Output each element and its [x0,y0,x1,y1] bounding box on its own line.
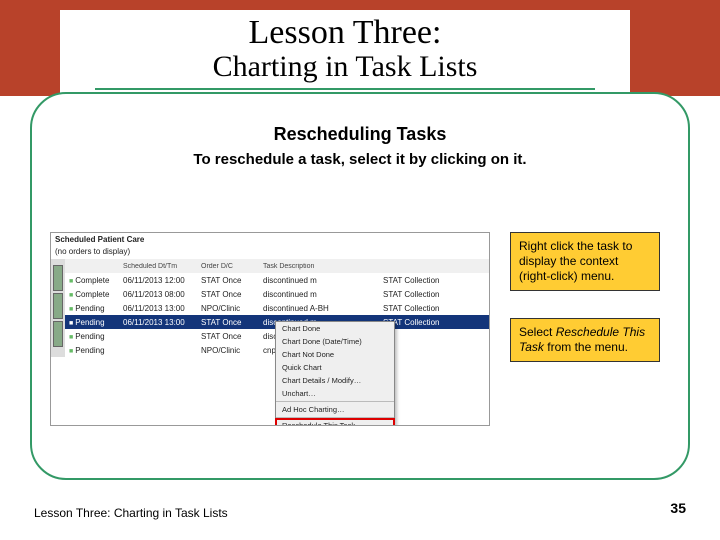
cell: Pending [65,346,123,355]
cell: 06/11/2013 13:00 [123,304,201,313]
cell: Pending [65,332,123,341]
col-desc: Task Description [263,263,383,270]
tab-chip[interactable] [53,293,63,319]
app-section-label: (no orders to display) [51,246,489,259]
menu-item-reschedule-this-task[interactable]: Reschedule This Task… [276,419,394,426]
cell: NPO/Clinic [201,304,263,313]
table-header-row: Scheduled Dt/Tm Order D/C Task Descripti… [65,259,489,273]
task-table: Scheduled Dt/Tm Order D/C Task Descripti… [51,259,489,357]
menu-item[interactable]: Chart Done [276,322,394,335]
title-rule [95,88,595,90]
cell: Pending [65,304,123,313]
tab-chip[interactable] [53,321,63,347]
cell: NPO/Clinic [201,346,263,355]
cell: 06/11/2013 08:00 [123,290,201,299]
page-number: 35 [670,500,686,516]
menu-separator [276,401,394,402]
callout-right-click: Right click the task to display the cont… [510,232,660,291]
title-line2: Charting in Task Lists [60,50,630,84]
cell: Complete [65,290,123,299]
section-heading: Rescheduling Tasks [32,124,688,145]
menu-item[interactable]: Ad Hoc Charting… [276,403,394,416]
cell: STAT Once [201,290,263,299]
cell: STAT Collection [383,276,489,285]
title-line1: Lesson Three: [60,14,630,52]
cell: STAT Once [201,318,263,327]
tab-chip[interactable] [53,265,63,291]
menu-item[interactable]: Chart Done (Date/Time) [276,335,394,348]
app-window-title: Scheduled Patient Care [51,233,489,246]
menu-item[interactable]: Quick Chart [276,361,394,374]
col-order: Order D/C [201,263,263,270]
cell: discontinued m [263,290,383,299]
menu-item[interactable]: Unchart… [276,387,394,400]
menu-item[interactable]: Chart Not Done [276,348,394,361]
callout-right-click-text: Right click the task to display the cont… [519,239,632,283]
slide: Lesson Three: Charting in Task Lists Res… [0,0,720,540]
cell: Complete [65,276,123,285]
cell: STAT Once [201,332,263,341]
table-row[interactable]: Pending06/11/2013 13:00NPO/Clinicdiscont… [65,301,489,315]
menu-separator [276,417,394,418]
table-row[interactable]: Complete06/11/2013 08:00STAT Oncediscont… [65,287,489,301]
section-instruction: To reschedule a task, select it by click… [32,151,688,168]
callout-select-reschedule: Select Reschedule This Task from the men… [510,318,660,362]
cell: discontinued A-BH [263,304,383,313]
app-screenshot: Scheduled Patient Care (no orders to dis… [50,232,490,426]
context-menu[interactable]: Chart DoneChart Done (Date/Time)Chart No… [275,321,395,426]
footer-left: Lesson Three: Charting in Task Lists [34,506,254,520]
menu-item[interactable]: Chart Details / Modify… [276,374,394,387]
cell: Pending [65,318,123,327]
content-frame: Rescheduling Tasks To reschedule a task,… [30,92,690,480]
callout2-prefix: Select [519,325,556,339]
cell: 06/11/2013 13:00 [123,318,201,327]
table-row[interactable]: Complete06/11/2013 12:00STAT Oncediscont… [65,273,489,287]
col-datetime: Scheduled Dt/Tm [123,263,201,270]
callout2-suffix: from the menu. [547,340,628,354]
vertical-tabs[interactable] [51,259,65,357]
cell: STAT Collection [383,318,489,327]
cell: 06/11/2013 12:00 [123,276,201,285]
cell: STAT Collection [383,290,489,299]
cell: discontinued m [263,276,383,285]
cell: STAT Once [201,276,263,285]
cell: STAT Collection [383,304,489,313]
